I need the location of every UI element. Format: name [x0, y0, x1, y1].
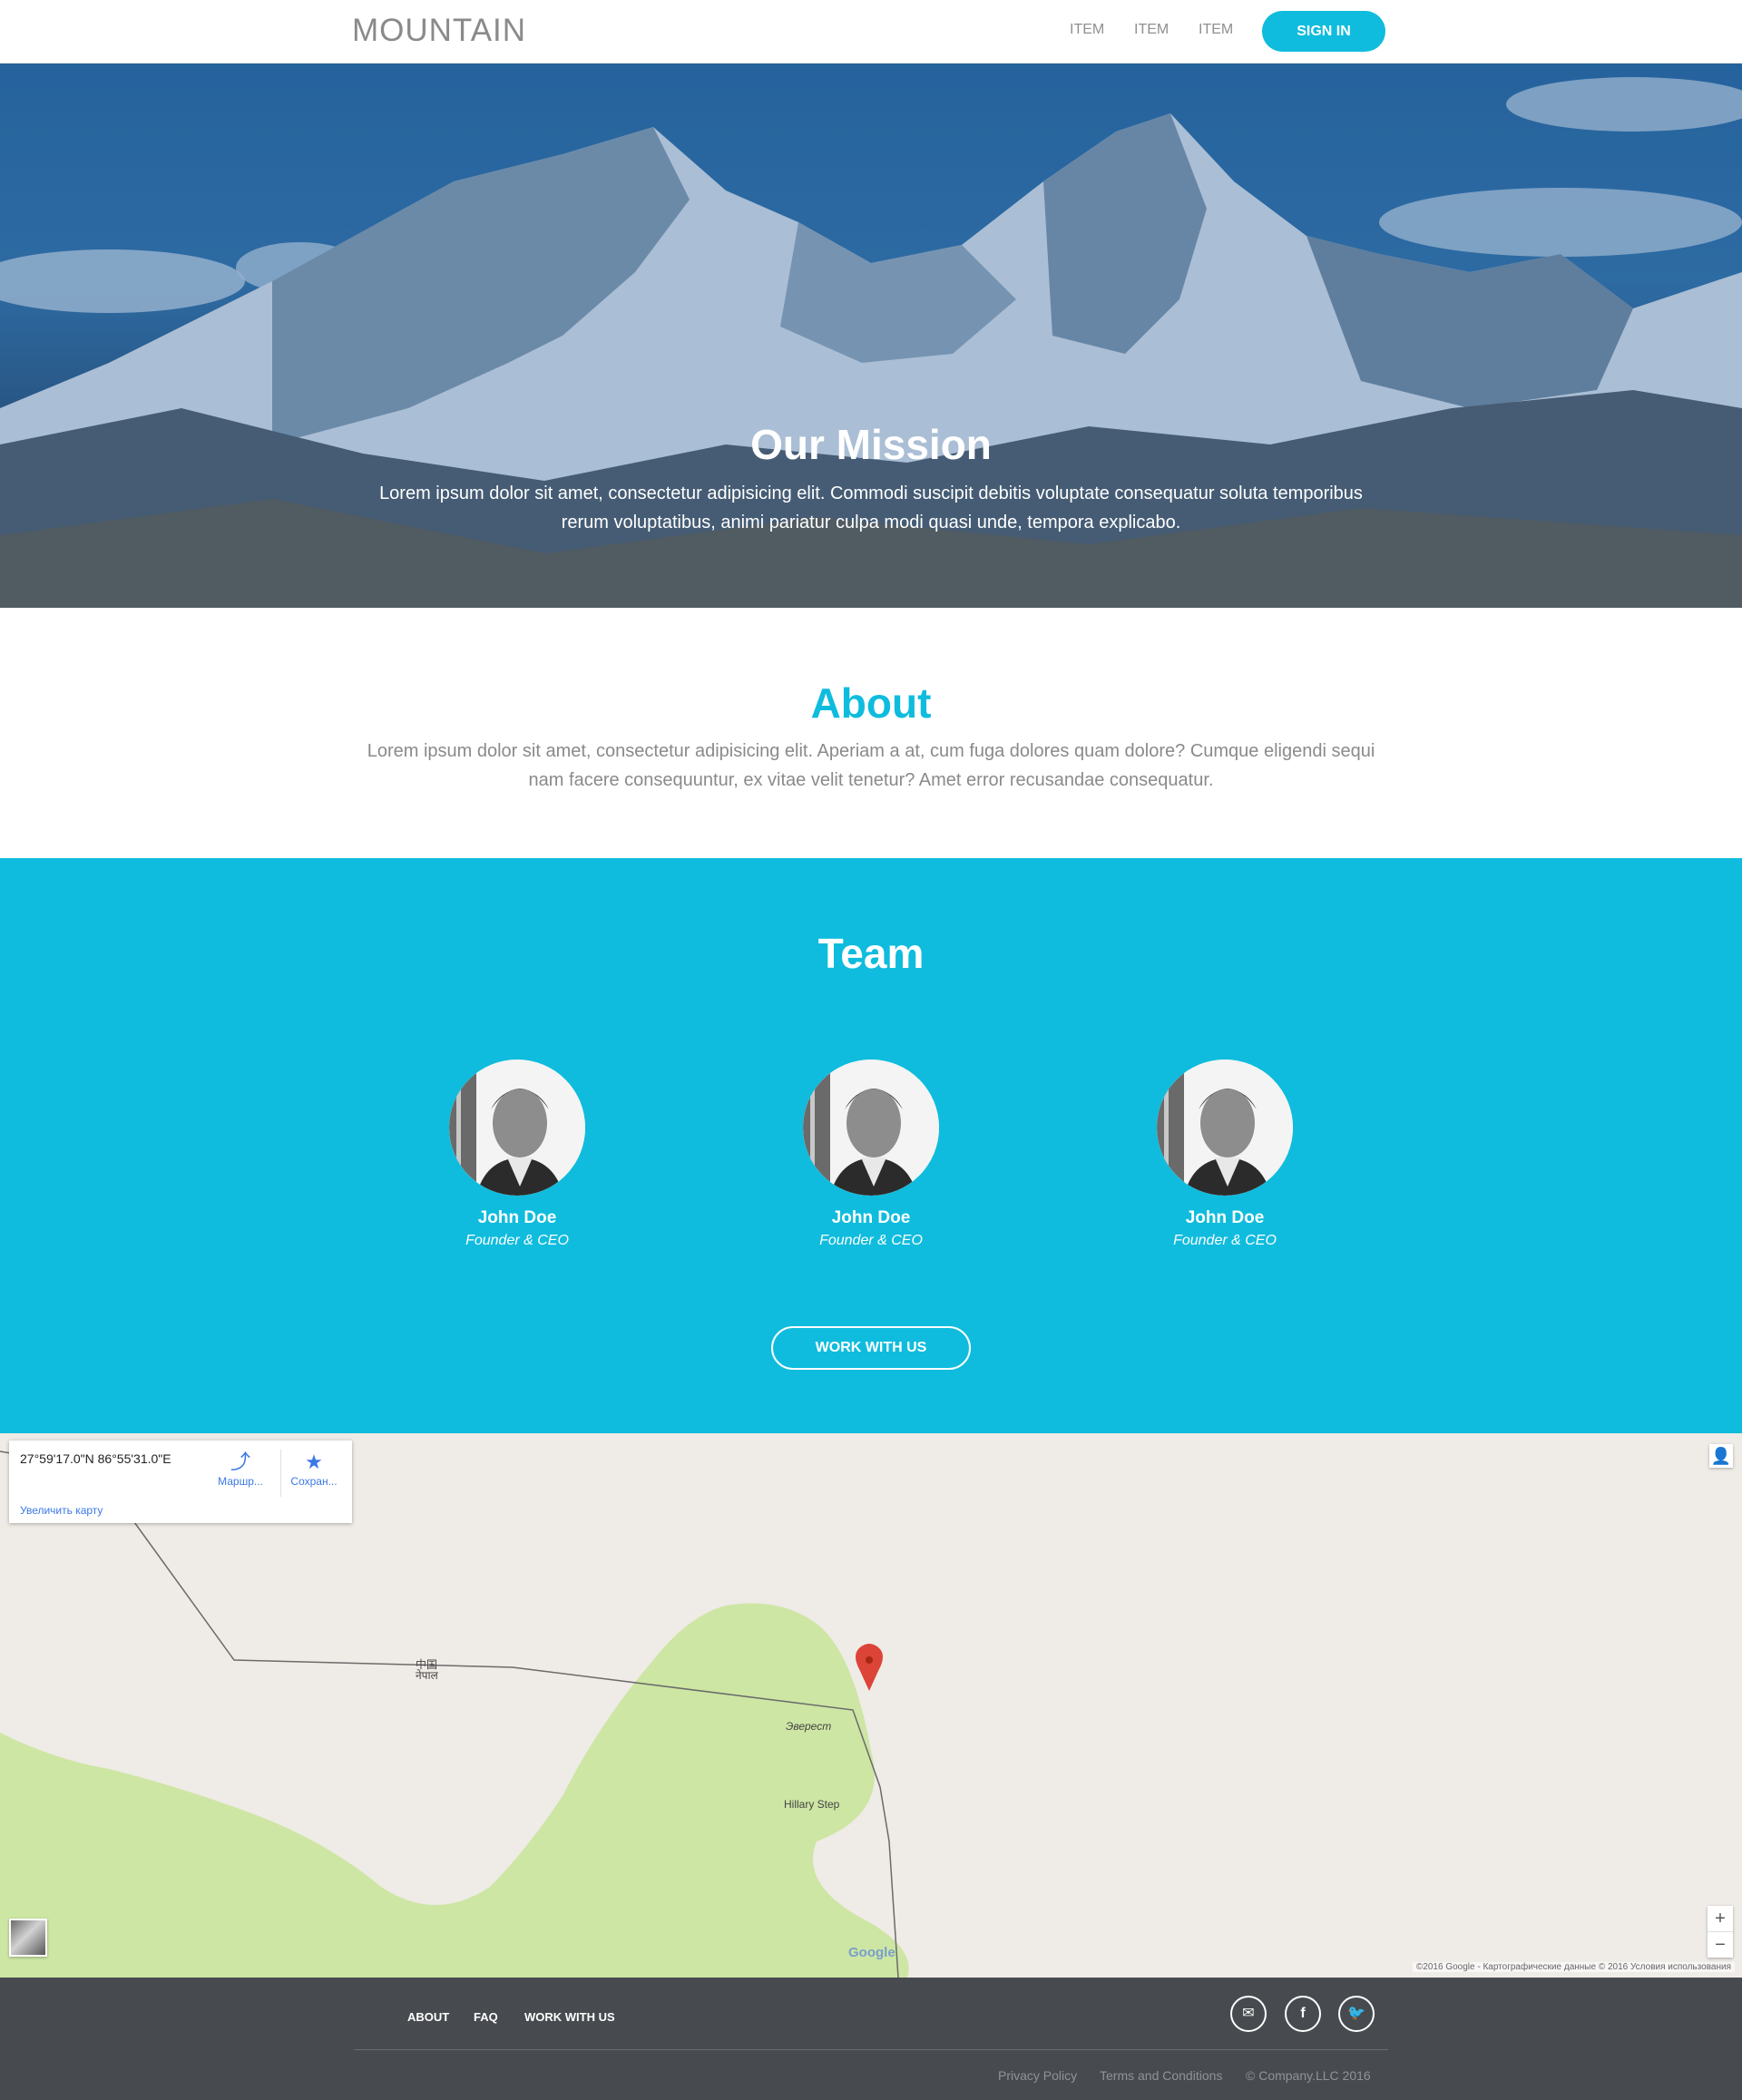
map-label-everest: Эверест	[786, 1720, 832, 1733]
google-logo: Google	[848, 1945, 895, 1960]
about-text: Lorem ipsum dolor sit amet, consectetur …	[367, 741, 1375, 790]
avatar	[1157, 1060, 1293, 1196]
footer-divider	[354, 2049, 1388, 2050]
member-role: Founder & CEO	[465, 1233, 569, 1248]
avatar	[449, 1060, 585, 1196]
nav-item-3[interactable]: ITEM	[1199, 22, 1233, 38]
twitter-icon[interactable]: 🐦	[1338, 1996, 1375, 2032]
nav-item-1[interactable]: ITEM	[1070, 22, 1104, 38]
footer-link-work-with-us[interactable]: WORK WITH US	[524, 2010, 615, 2024]
zoom-in-button[interactable]: +	[1708, 1906, 1733, 1931]
map-info-card: 27°59'17.0"N 86°55'31.0"E ⤴ Маршр... ★ С…	[9, 1441, 352, 1523]
hero-text: Lorem ipsum dolor sit amet, consectetur …	[379, 483, 1363, 532]
directions-icon: ⤴	[230, 1450, 250, 1473]
map-zoom-controls: + −	[1708, 1906, 1733, 1958]
map-coordinates: 27°59'17.0"N 86°55'31.0"E	[20, 1451, 171, 1466]
map-credit[interactable]: ©2016 Google - Картографические данные ©…	[1412, 1962, 1735, 1972]
team-title: Team	[817, 930, 925, 977]
site-footer: ABOUT FAQ WORK WITH US ✉ f 🐦 Privacy Pol…	[0, 1978, 1742, 2100]
hero-section: Our Mission Lorem ipsum dolor sit amet, …	[0, 63, 1742, 608]
map-label-nepal: नेपाल	[416, 1669, 438, 1682]
nav-item-2[interactable]: ITEM	[1134, 22, 1169, 38]
about-title: About	[810, 679, 932, 727]
location-pin-icon	[856, 1644, 883, 1691]
footer-link-faq[interactable]: FAQ	[474, 2010, 498, 2024]
facebook-icon[interactable]: f	[1285, 1996, 1321, 2032]
zoom-out-button[interactable]: −	[1708, 1932, 1733, 1958]
member-name: John Doe	[831, 1208, 911, 1227]
map-save-button[interactable]: ★ Сохран...	[287, 1450, 341, 1488]
map-directions-button[interactable]: ⤴ Маршр...	[213, 1450, 268, 1488]
site-header: MOUNTAIN ITEM ITEM ITEM SIGN IN	[0, 0, 1742, 63]
star-icon: ★	[305, 1450, 323, 1473]
team-member-3: John Doe Founder & CEO	[1134, 1060, 1316, 1249]
team-section: Team John Doe Founder & CEO John Doe Fou…	[0, 858, 1742, 1433]
satellite-view-toggle[interactable]	[9, 1919, 47, 1957]
member-name: John Doe	[477, 1208, 557, 1227]
map-directions-label: Маршр...	[218, 1475, 263, 1488]
map-save-label: Сохран...	[290, 1475, 338, 1488]
team-member-1: John Doe Founder & CEO	[426, 1060, 608, 1249]
hero-title: Our Mission	[750, 421, 992, 468]
footer-link-about[interactable]: ABOUT	[407, 2010, 449, 2024]
work-with-us-button[interactable]: WORK WITH US	[771, 1326, 971, 1370]
sign-in-button[interactable]: SIGN IN	[1262, 11, 1385, 52]
terms-link[interactable]: Terms and Conditions	[1100, 2068, 1222, 2083]
street-view-pegman-icon[interactable]: 👤	[1709, 1444, 1733, 1468]
logo[interactable]: MOUNTAIN	[352, 13, 526, 49]
map-label-hillary-step: Hillary Step	[784, 1798, 840, 1811]
envelope-icon[interactable]: ✉	[1230, 1996, 1267, 2032]
map-embed[interactable]: 27°59'17.0"N 86°55'31.0"E ⤴ Маршр... ★ С…	[0, 1433, 1742, 1978]
team-member-2: John Doe Founder & CEO	[780, 1060, 962, 1249]
map-card-separator	[280, 1450, 281, 1497]
member-role: Founder & CEO	[819, 1233, 923, 1248]
avatar	[803, 1060, 939, 1196]
privacy-policy-link[interactable]: Privacy Policy	[998, 2068, 1077, 2083]
member-role: Founder & CEO	[1173, 1233, 1277, 1248]
member-name: John Doe	[1185, 1208, 1265, 1227]
copyright: © Company.LLC 2016	[1246, 2068, 1371, 2083]
map-enlarge-link[interactable]: Увеличить карту	[20, 1504, 103, 1517]
